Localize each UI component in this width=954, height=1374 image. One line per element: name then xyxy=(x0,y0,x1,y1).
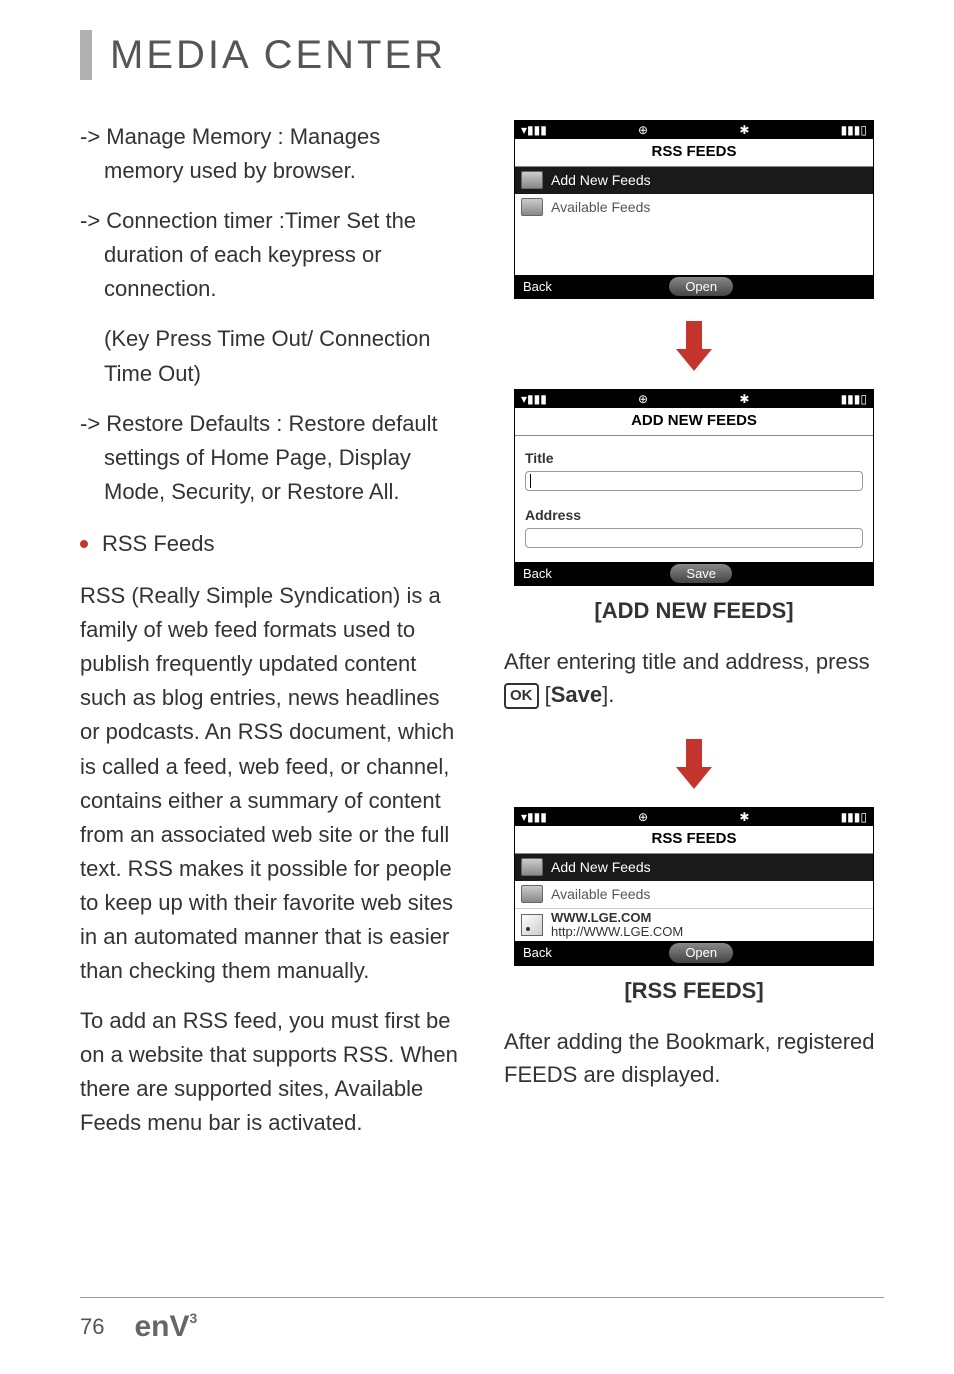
signal-icon: ▾▮▮▮ xyxy=(521,808,547,826)
down-arrow-icon xyxy=(676,739,712,789)
softkey-right xyxy=(851,564,865,584)
rss-feeds-screen-2: ▾▮▮▮ ⊕ ✱ ▮▮▮▯ RSS FEEDS Add New Feeds Av… xyxy=(514,807,874,966)
rss-instructions: To add an RSS feed, you must first be on… xyxy=(80,1004,464,1140)
signal-icon: ▾▮▮▮ xyxy=(521,121,547,139)
battery-icon: ▮▮▮▯ xyxy=(841,808,867,826)
softkey-back[interactable]: Back xyxy=(523,277,552,297)
brand-logo: enV3 xyxy=(134,1310,197,1344)
rss-feeds-caption: [RSS FEEDS] xyxy=(624,974,763,1007)
brand-text: enV xyxy=(134,1310,189,1343)
bookmark-instruction: After adding the Bookmark, registered FE… xyxy=(504,1025,884,1091)
screen-title: ADD NEW FEEDS xyxy=(515,408,873,436)
manage-memory-item: -> Manage Memory : Manages memory used b… xyxy=(80,120,464,188)
add-new-feeds-row[interactable]: Add New Feeds xyxy=(515,854,873,881)
main-text-column: -> Manage Memory : Manages memory used b… xyxy=(80,120,464,1157)
softkey-open[interactable]: Open xyxy=(669,943,733,963)
bullet-label: RSS Feeds xyxy=(102,527,215,561)
gps-icon: ⊕ xyxy=(638,121,648,139)
feed-url: http://WWW.LGE.COM xyxy=(551,925,683,939)
folder-icon xyxy=(521,858,543,876)
row-label: Add New Feeds xyxy=(551,170,651,191)
title-input[interactable] xyxy=(525,471,863,491)
softkey-back[interactable]: Back xyxy=(523,943,552,963)
softkey-bar: Back Save xyxy=(515,562,873,586)
status-bar: ▾▮▮▮ ⊕ ✱ ▮▮▮▯ xyxy=(515,808,873,826)
bluetooth-icon: ✱ xyxy=(739,121,749,139)
battery-icon: ▮▮▮▯ xyxy=(841,121,867,139)
instr-text: After entering title and address, press xyxy=(504,649,870,674)
connection-timer-sub: (Key Press Time Out/ Connection Time Out… xyxy=(80,322,464,390)
page-footer: 76 enV3 xyxy=(80,1297,884,1344)
status-bar: ▾▮▮▮ ⊕ ✱ ▮▮▮▯ xyxy=(515,121,873,139)
brand-sup: 3 xyxy=(190,1310,198,1326)
signal-icon: ▾▮▮▮ xyxy=(521,390,547,408)
softkey-bar: Back Open xyxy=(515,941,873,965)
page-title: MEDIA CENTER xyxy=(110,33,446,78)
gps-icon: ⊕ xyxy=(638,808,648,826)
softkey-back[interactable]: Back xyxy=(523,564,552,584)
add-new-feeds-caption: [ADD NEW FEEDS] xyxy=(594,594,793,627)
restore-defaults-item: -> Restore Defaults : Restore default se… xyxy=(80,407,464,509)
bullet-icon xyxy=(80,540,88,548)
rss-feeds-screen-1: ▾▮▮▮ ⊕ ✱ ▮▮▮▯ RSS FEEDS Add New Feeds Av… xyxy=(514,120,874,299)
softkey-right xyxy=(851,277,865,297)
row-label: Available Feeds xyxy=(551,884,650,905)
instr-text: ]. xyxy=(602,682,614,707)
save-bold: Save xyxy=(551,682,602,707)
add-new-feeds-screen: ▾▮▮▮ ⊕ ✱ ▮▮▮▯ ADD NEW FEEDS Title Addres… xyxy=(514,389,874,586)
header: MEDIA CENTER xyxy=(80,30,884,80)
feed-name: WWW.LGE.COM xyxy=(551,911,683,925)
address-label: Address xyxy=(525,505,863,526)
status-bar: ▾▮▮▮ ⊕ ✱ ▮▮▮▯ xyxy=(515,390,873,408)
header-accent xyxy=(80,30,92,80)
add-new-feeds-row[interactable]: Add New Feeds xyxy=(515,167,873,194)
title-label: Title xyxy=(525,448,863,469)
down-arrow-icon xyxy=(676,321,712,371)
feed-entry-row[interactable]: WWW.LGE.COM http://WWW.LGE.COM xyxy=(515,908,873,942)
folder-icon xyxy=(521,885,543,903)
row-label: Available Feeds xyxy=(551,197,650,218)
screenshots-column: ▾▮▮▮ ⊕ ✱ ▮▮▮▯ RSS FEEDS Add New Feeds Av… xyxy=(504,120,884,1157)
connection-timer-item: -> Connection timer :Timer Set the durat… xyxy=(80,204,464,306)
battery-icon: ▮▮▮▯ xyxy=(841,390,867,408)
softkey-save[interactable]: Save xyxy=(670,564,732,584)
address-input[interactable] xyxy=(525,528,863,548)
available-feeds-row[interactable]: Available Feeds xyxy=(515,881,873,908)
screen-title: RSS FEEDS xyxy=(515,139,873,167)
softkey-open[interactable]: Open xyxy=(669,277,733,297)
empty-area xyxy=(515,221,873,275)
page-number: 76 xyxy=(80,1314,104,1340)
gps-icon: ⊕ xyxy=(638,390,648,408)
rss-feeds-bullet: RSS Feeds xyxy=(80,527,464,561)
softkey-bar: Back Open xyxy=(515,275,873,299)
folder-icon xyxy=(521,198,543,216)
bluetooth-icon: ✱ xyxy=(739,390,749,408)
row-label: Add New Feeds xyxy=(551,857,651,878)
rss-description: RSS (Really Simple Syndication) is a fam… xyxy=(80,579,464,988)
screen-title: RSS FEEDS xyxy=(515,826,873,854)
save-instruction: After entering title and address, press … xyxy=(504,645,884,711)
rss-feed-icon xyxy=(521,914,543,936)
softkey-right xyxy=(851,943,865,963)
available-feeds-row[interactable]: Available Feeds xyxy=(515,194,873,221)
bluetooth-icon: ✱ xyxy=(739,808,749,826)
ok-key-icon: OK xyxy=(504,683,539,710)
folder-icon xyxy=(521,171,543,189)
